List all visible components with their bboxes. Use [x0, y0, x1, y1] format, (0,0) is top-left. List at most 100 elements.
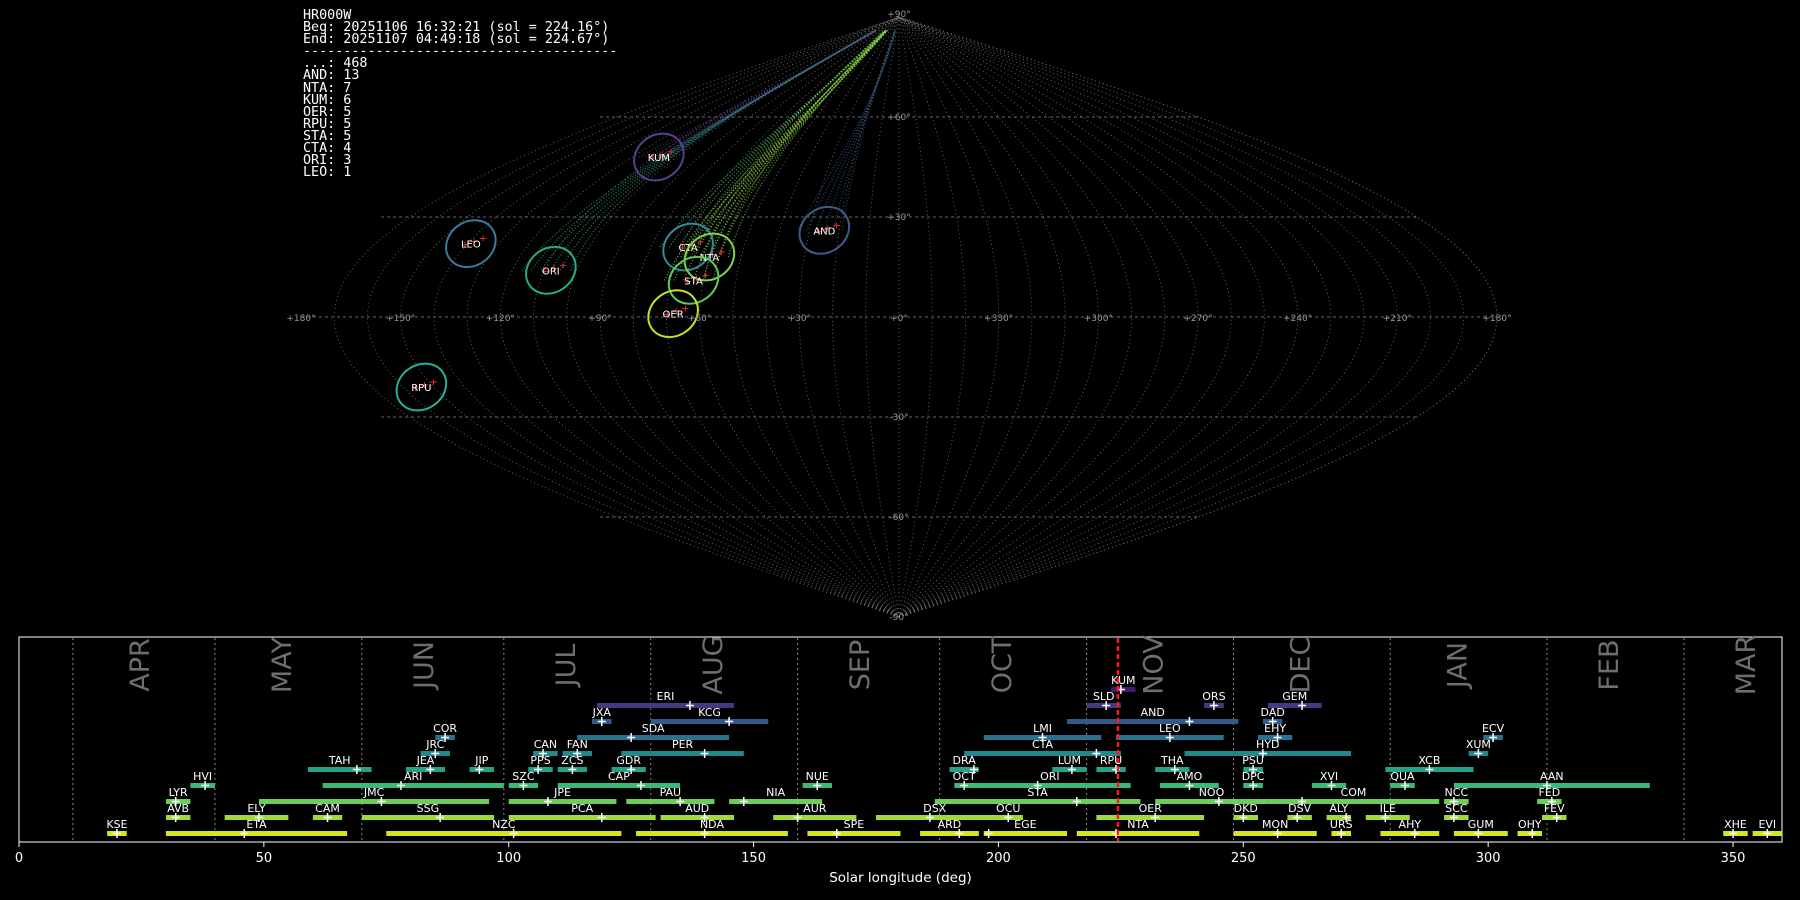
x-tick-label: 100	[496, 851, 521, 866]
lon-tick-label: +150°	[386, 314, 415, 324]
x-tick-label: 200	[986, 851, 1011, 866]
lat-tick-label: +60°	[887, 113, 911, 123]
shower-bar-label: LMI	[1033, 722, 1052, 735]
radiant-trail	[692, 29, 887, 281]
shower-bar-label: LYR	[169, 786, 188, 799]
month-label: JUL	[551, 644, 582, 689]
radiant-trail	[805, 30, 897, 231]
shower-bar	[969, 783, 1131, 788]
shower-bar-label: COR	[433, 722, 457, 735]
shower-bar-label: MON	[1262, 818, 1288, 831]
lon-tick-label: +180°	[1482, 314, 1511, 324]
shower-bar	[983, 831, 1068, 836]
lat-tick-label: -60°	[889, 513, 908, 523]
shower-bar	[1155, 799, 1268, 804]
shower-bar	[1453, 783, 1650, 788]
month-label: AUG	[698, 635, 729, 694]
shower-bar	[405, 767, 446, 772]
shower-bar-label: XCB	[1418, 754, 1440, 767]
radiant-trail	[814, 30, 896, 231]
shower-bar-label: HVI	[193, 770, 212, 783]
lat-tick-label: -90°	[889, 613, 908, 623]
shower-bar	[626, 799, 715, 804]
shower-bar	[1096, 815, 1205, 820]
shower-bar	[307, 767, 372, 772]
month-label: JUN	[409, 641, 440, 691]
lon-tick-label: +210°	[1383, 314, 1412, 324]
shower-label: LEO	[461, 240, 481, 251]
shower-bar-label: AAN	[1540, 770, 1564, 783]
shower-bar-label: KSE	[106, 818, 127, 831]
shower-bar	[1067, 719, 1239, 724]
shower-bar	[258, 799, 490, 804]
x-tick-label: 50	[256, 851, 273, 866]
month-label: JAN	[1442, 642, 1473, 690]
shower-bar-label: TAH	[328, 754, 351, 767]
shower-label: ORI	[542, 266, 560, 277]
shower-label: STA	[684, 276, 703, 287]
month-label: SEP	[845, 640, 876, 690]
lat-tick-label: +30°	[887, 213, 911, 223]
radiant-trail	[708, 29, 888, 258]
shower-label: KUM	[648, 153, 670, 164]
shower-radiants: + + +KUM+ + +LEO+ + +ORI+ + +CTA+ + +AND+ + +NTA+ + +S…	[395, 132, 851, 412]
lon-tick-label: +240°	[1283, 314, 1312, 324]
shower-bar-label: NIA	[766, 786, 785, 799]
chart-canvas: + + +KUM+ + +LEO+ + +ORI+ + +CTA+ + +AND+ + +NTA+ + +S…	[15, 10, 1783, 886]
detection-mark: +	[559, 260, 567, 271]
x-axis-label: Solar longitude (deg)	[829, 870, 972, 886]
month-label: DEC	[1286, 637, 1317, 694]
shower-bar-label: EVI	[1758, 818, 1776, 831]
shower-bar	[1380, 831, 1440, 836]
lon-tick-label: +120°	[486, 314, 515, 324]
meridian-line	[898, 16, 1431, 618]
shower-bar-label: THA	[1160, 754, 1184, 767]
shower-bar-label: NUE	[806, 770, 829, 783]
month-label: FEB	[1594, 639, 1625, 690]
lon-tick-label: +300°	[1084, 314, 1113, 324]
shower-bar-label: GEM	[1282, 690, 1307, 703]
shower-bar-label: ERI	[657, 690, 675, 703]
shower-bar-label: AND	[1141, 706, 1165, 719]
shower-bar	[386, 831, 622, 836]
month-label: MAR	[1731, 635, 1762, 696]
month-label: OCT	[987, 636, 1018, 693]
shower-bar	[322, 783, 504, 788]
month-label: NOV	[1139, 635, 1170, 695]
shower-bar-label: OHY	[1518, 818, 1542, 831]
month-label: APR	[125, 638, 156, 692]
shower-bar	[636, 831, 788, 836]
shower-label: OER	[663, 310, 684, 321]
shower-bar	[807, 831, 901, 836]
shower-bar	[1267, 703, 1322, 708]
radiant-trail	[680, 29, 889, 258]
shower-activity-timeline: APR MAY JUN JUL AUG SEP OCT NOV DEC JAN FEB MAR KSE…	[15, 635, 1783, 886]
x-tick-label: 300	[1476, 851, 1501, 866]
lon-tick-label: +180°	[286, 314, 315, 324]
shower-bar	[1184, 751, 1352, 756]
shower-bar	[508, 815, 656, 820]
shower-bar	[773, 815, 857, 820]
lat-tick-label: -30°	[889, 413, 908, 423]
shower-bar	[650, 719, 769, 724]
shower-bar	[557, 783, 681, 788]
shower-bar	[934, 799, 1141, 804]
shower-bar-label: XHE	[1724, 818, 1747, 831]
lon-tick-label: +330°	[984, 314, 1013, 324]
shower-label: AND	[813, 226, 835, 237]
shower-bar	[920, 831, 979, 836]
radiant-trail	[712, 29, 887, 281]
shower-bar-label: ECV	[1482, 722, 1505, 735]
x-tick-label: 0	[15, 851, 23, 866]
shower-bar-label: XVI	[1320, 770, 1338, 783]
x-tick-label: 250	[1231, 851, 1256, 866]
shower-bar-label: KUM	[1111, 674, 1135, 687]
shower-bar	[361, 815, 495, 820]
month-label: MAY	[267, 636, 298, 693]
shower-bar-label: CAN	[534, 738, 557, 751]
lon-tick-label: +0°	[890, 314, 908, 324]
shower-bar	[165, 831, 348, 836]
radiant-sky-map: + + +KUM+ + +LEO+ + +ORI+ + +CTA+ + +AND+ + +NTA+ + +S…	[286, 10, 1511, 623]
shower-bar	[577, 735, 730, 740]
lat-tick-label: +90°	[887, 10, 911, 20]
